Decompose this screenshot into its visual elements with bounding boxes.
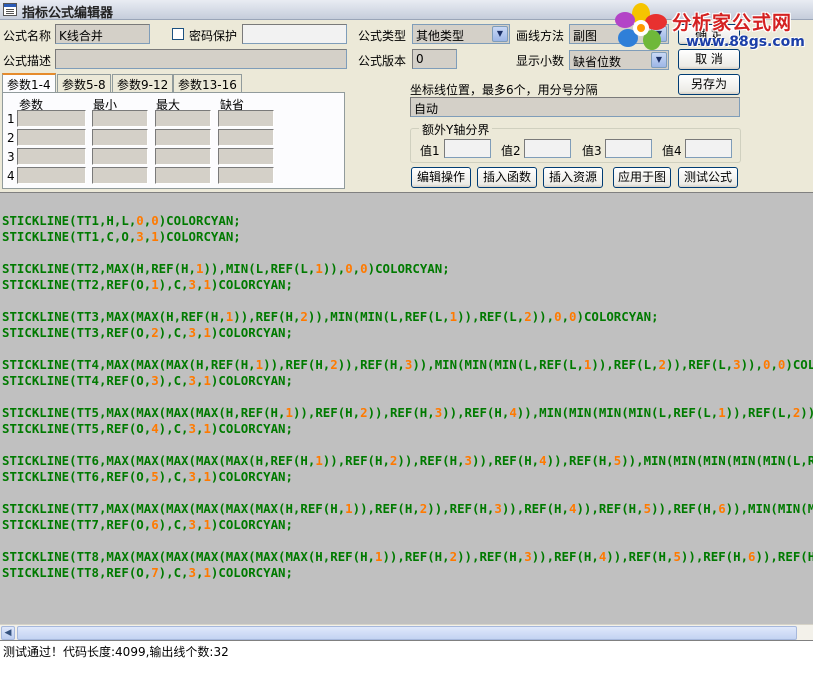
param-default-input[interactable] — [218, 148, 274, 165]
insert-function-button[interactable]: 插入函数 — [477, 167, 537, 188]
logo-brand-text: 分析家公式网 — [672, 12, 793, 34]
formula-version-label: 公式版本 — [358, 54, 407, 68]
extra-y-axis-label: 额外Y轴分界 — [419, 121, 493, 138]
app-icon — [3, 3, 17, 16]
code-line: STICKLINE(TT5,MAX(MAX(MAX(MAX(H,REF(H,1)… — [2, 405, 813, 420]
decimals-value: 缺省位数 — [573, 55, 622, 69]
y-value-3-label: 值3 — [582, 144, 602, 158]
param-panel: 参数 最小 最大 缺省 1 2 3 4 — [2, 92, 345, 189]
horizontal-scrollbar[interactable]: ◀ — [0, 624, 813, 640]
param-default-input[interactable] — [218, 167, 274, 184]
axis-lines-input[interactable]: 自动 — [410, 97, 740, 117]
code-line: STICKLINE(TT4,MAX(MAX(MAX(H,REF(H,1)),RE… — [2, 357, 813, 372]
logo-url-text: www.88gs.com — [686, 34, 805, 50]
code-line: STICKLINE(TT4,REF(O,3),C,3,1)COLORCYAN; — [2, 373, 293, 388]
test-formula-button[interactable]: 测试公式 — [678, 167, 738, 188]
formula-name-input[interactable]: K线合并 — [55, 24, 150, 44]
param-min-input[interactable] — [92, 148, 148, 165]
formula-desc-label: 公式描述 — [3, 54, 52, 68]
status-output: 测试通过！代码长度:4099,输出线个数:32 — [0, 640, 813, 679]
scroll-left-icon[interactable]: ◀ — [1, 626, 15, 640]
param-name-input[interactable] — [17, 148, 86, 165]
param-max-input[interactable] — [155, 167, 211, 184]
apply-to-chart-button[interactable]: 应用于图 — [613, 167, 671, 188]
y-value-1-label: 值1 — [420, 144, 440, 158]
y-value-1-input[interactable] — [444, 139, 491, 158]
formula-type-label: 公式类型 — [358, 29, 407, 43]
param-name-input[interactable] — [17, 110, 86, 127]
param-min-input[interactable] — [92, 129, 148, 146]
insert-resource-button[interactable]: 插入资源 — [543, 167, 603, 188]
edit-operations-button[interactable]: 编辑操作 — [411, 167, 471, 188]
param-row-label: 2 — [7, 131, 15, 145]
param-default-input[interactable] — [218, 129, 274, 146]
code-line: STICKLINE(TT3,MAX(MAX(H,REF(H,1)),REF(H,… — [2, 309, 659, 324]
param-min-input[interactable] — [92, 110, 148, 127]
code-line: STICKLINE(TT2,REF(O,1),C,3,1)COLORCYAN; — [2, 277, 293, 292]
tab-params-9-12[interactable]: 参数9-12 — [112, 74, 174, 93]
formula-type-select[interactable]: 其他类型 ▼ — [412, 24, 510, 44]
axis-lines-label: 坐标线位置，最多6个，用分号分隔 — [410, 83, 598, 97]
chevron-down-icon: ▼ — [492, 26, 508, 42]
param-min-input[interactable] — [92, 167, 148, 184]
draw-method-value: 副图 — [573, 29, 598, 43]
tab-params-13-16[interactable]: 参数13-16 — [173, 74, 242, 93]
param-name-input[interactable] — [17, 129, 86, 146]
param-name-input[interactable] — [17, 167, 86, 184]
param-row-label: 1 — [7, 112, 15, 126]
code-line: STICKLINE(TT8,REF(O,7),C,3,1)COLORCYAN; — [2, 565, 293, 580]
extra-y-axis-group: 额外Y轴分界 值1 值2 值3 值4 — [410, 121, 741, 163]
tab-params-5-8[interactable]: 参数5-8 — [57, 74, 111, 93]
formula-version-input[interactable]: 0 — [412, 49, 457, 69]
y-value-4-label: 值4 — [662, 144, 682, 158]
draw-method-label: 画线方法 — [516, 29, 565, 43]
param-row-label: 4 — [7, 169, 15, 183]
code-line: STICKLINE(TT6,REF(O,5),C,3,1)COLORCYAN; — [2, 469, 293, 484]
code-line: STICKLINE(TT2,MAX(H,REF(H,1)),MIN(L,REF(… — [2, 261, 450, 276]
y-value-3-input[interactable] — [605, 139, 652, 158]
code-line: STICKLINE(TT1,H,L,0,0)COLORCYAN; — [2, 213, 241, 228]
code-line: STICKLINE(TT5,REF(O,4),C,3,1)COLORCYAN; — [2, 421, 293, 436]
cancel-button[interactable]: 取 消 — [678, 49, 740, 70]
y-value-4-input[interactable] — [685, 139, 732, 158]
y-value-2-input[interactable] — [524, 139, 571, 158]
param-row-label: 3 — [7, 150, 15, 164]
flower-logo-icon — [615, 3, 667, 50]
scrollbar-thumb[interactable] — [17, 626, 797, 640]
param-max-input[interactable] — [155, 110, 211, 127]
code-line: STICKLINE(TT6,MAX(MAX(MAX(MAX(MAX(H,REF(… — [2, 453, 813, 468]
save-as-button[interactable]: 另存为 — [678, 74, 740, 95]
decimals-label: 显示小数 — [516, 54, 565, 68]
param-max-input[interactable] — [155, 148, 211, 165]
code-line: STICKLINE(TT3,REF(O,2),C,3,1)COLORCYAN; — [2, 325, 293, 340]
code-lines: STICKLINE(TT1,H,L,0,0)COLORCYAN; STICKLIN… — [2, 213, 813, 581]
password-checkbox[interactable] — [172, 28, 184, 40]
window-title: 指标公式编辑器 — [22, 6, 114, 21]
code-line: STICKLINE(TT7,MAX(MAX(MAX(MAX(MAX(MAX(H,… — [2, 501, 813, 516]
code-line: STICKLINE(TT1,C,O,3,1)COLORCYAN; — [2, 229, 241, 244]
code-line: STICKLINE(TT7,REF(O,6),C,3,1)COLORCYAN; — [2, 517, 293, 532]
code-editor[interactable]: STICKLINE(TT1,H,L,0,0)COLORCYAN; STICKLIN… — [0, 192, 813, 624]
code-line: STICKLINE(TT8,MAX(MAX(MAX(MAX(MAX(MAX(MA… — [2, 549, 813, 564]
site-logo: 分析家公式网 www.88gs.com — [612, 2, 812, 52]
decimals-select[interactable]: 缺省位数 ▼ — [569, 50, 669, 70]
param-default-input[interactable] — [218, 110, 274, 127]
y-value-2-label: 值2 — [501, 144, 521, 158]
password-label: 密码保护 — [189, 29, 238, 43]
formula-name-label: 公式名称 — [3, 29, 52, 43]
password-input[interactable] — [242, 24, 347, 44]
chevron-down-icon: ▼ — [651, 52, 667, 68]
formula-type-value: 其他类型 — [416, 29, 465, 43]
tab-params-1-4[interactable]: 参数1-4 — [2, 73, 56, 94]
param-max-input[interactable] — [155, 129, 211, 146]
formula-desc-input[interactable] — [55, 49, 347, 69]
